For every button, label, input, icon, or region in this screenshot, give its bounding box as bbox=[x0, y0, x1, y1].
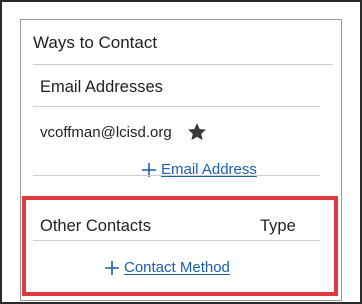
divider bbox=[33, 175, 320, 176]
panel-title: Ways to Contact bbox=[33, 33, 158, 52]
highlight-box bbox=[22, 196, 338, 296]
email-address: vcoffman@lcisd.org bbox=[40, 123, 172, 141]
star-icon[interactable] bbox=[186, 121, 208, 143]
email-addresses-heading: Email Addresses bbox=[40, 78, 163, 96]
email-list-item: vcoffman@lcisd.org bbox=[40, 121, 208, 143]
divider bbox=[33, 64, 333, 65]
divider bbox=[33, 106, 320, 107]
